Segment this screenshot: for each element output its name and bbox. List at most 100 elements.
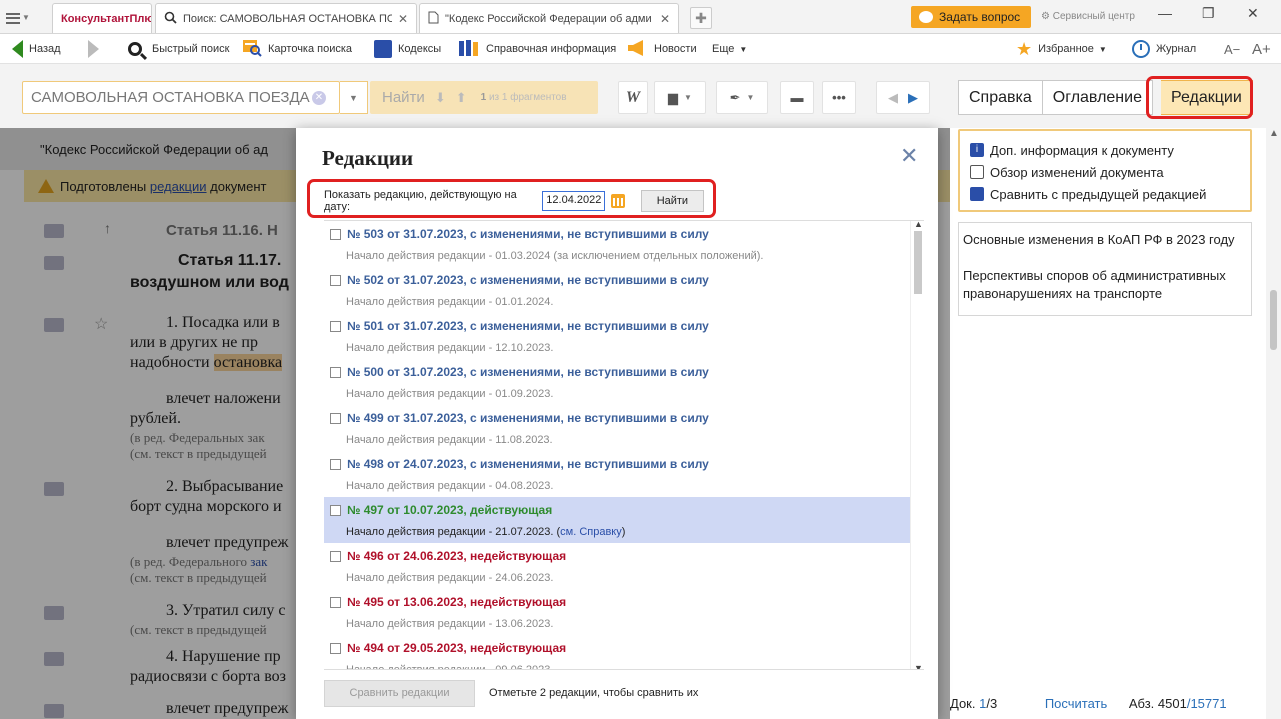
edition-checkbox[interactable] <box>330 596 341 608</box>
edition-item[interactable]: № 494 от 29.05.2023, недействующая Начало… <box>324 635 910 669</box>
edition-checkbox[interactable] <box>330 366 341 378</box>
edit-button[interactable]: ✒ ▼ <box>716 81 768 114</box>
edition-title[interactable]: № 497 от 10.07.2023, действующая <box>330 503 552 517</box>
edition-item[interactable]: № 503 от 31.07.2023, с изменениями, не в… <box>324 221 910 267</box>
comment-button[interactable]: ▬ <box>780 81 814 114</box>
count-link[interactable]: Посчитать <box>1045 696 1107 711</box>
edition-item[interactable]: № 499 от 31.07.2023, с изменениями, не в… <box>324 405 910 451</box>
clear-search-icon[interactable]: ✕ <box>312 91 326 105</box>
tab-reference[interactable]: Справка <box>958 80 1043 115</box>
font-decrease-button[interactable]: A− <box>1224 34 1240 64</box>
close-icon[interactable]: ✕ <box>660 12 670 26</box>
search-card-button[interactable]: Карточка поиска <box>242 34 352 64</box>
edition-item[interactable]: № 498 от 24.07.2023, с изменениями, не в… <box>324 451 910 497</box>
news-button[interactable]: Новости <box>626 34 697 64</box>
printer-icon: ▆ <box>668 89 679 105</box>
link-compare-previous[interactable]: Сравнить с предыдущей редакцией <box>970 183 1240 205</box>
edition-checkbox[interactable] <box>330 320 341 332</box>
reference-button[interactable]: Справочная информация <box>458 34 616 64</box>
edition-title[interactable]: № 499 от 31.07.2023, с изменениями, не в… <box>330 411 709 425</box>
close-icon[interactable]: ✕ <box>900 145 918 167</box>
search-input[interactable]: САМОВОЛЬНАЯ ОСТАНОВКА ПОЕЗДА <box>22 81 340 114</box>
window-close-icon[interactable]: ✕ <box>1247 5 1259 22</box>
books-icon <box>458 39 480 60</box>
edition-item[interactable]: № 495 от 13.06.2023, недействующая Начало… <box>324 589 910 635</box>
more-menu[interactable]: Еще ▼ <box>712 34 747 64</box>
edition-checkbox[interactable] <box>330 504 341 516</box>
font-increase-button[interactable]: A+ <box>1252 34 1271 64</box>
news-label: Новости <box>654 43 697 55</box>
scroll-down-icon[interactable]: ▼ <box>914 663 923 669</box>
edition-item[interactable]: № 501 от 31.07.2023, с изменениями, не в… <box>324 313 910 359</box>
edition-checkbox[interactable] <box>330 550 341 562</box>
tab-search[interactable]: Поиск: САМОВОЛЬНАЯ ОСТАНОВКА ПО ✕ <box>155 3 417 33</box>
new-tab-button[interactable]: ✚ <box>690 7 712 29</box>
compare-editions-button[interactable]: Сравнить редакции <box>324 679 475 707</box>
restore-icon[interactable]: ❐ <box>1202 5 1215 22</box>
more-actions-button[interactable]: ••• <box>822 81 856 114</box>
edition-item[interactable]: № 497 от 10.07.2023, действующая Начало д… <box>324 497 910 543</box>
print-button[interactable]: ▆ ▼ <box>654 81 706 114</box>
edition-item[interactable]: № 496 от 24.06.2023, недействующая Начало… <box>324 543 910 589</box>
navigation-buttons[interactable]: ◀ ▶ <box>876 81 930 114</box>
main-menu-button[interactable]: ▼ <box>6 8 40 26</box>
back-button[interactable]: Назад <box>12 34 61 64</box>
edition-title[interactable]: № 496 от 24.06.2023, недействующая <box>330 549 566 563</box>
edition-title[interactable]: № 501 от 31.07.2023, с изменениями, не в… <box>330 319 709 333</box>
arrow-down-icon[interactable]: ⬇ <box>435 90 446 106</box>
link-extra-info[interactable]: i Доп. информация к документу <box>970 139 1240 161</box>
codes-button[interactable]: Кодексы <box>374 34 441 64</box>
edition-title[interactable]: № 498 от 24.07.2023, с изменениями, не в… <box>330 457 709 471</box>
ask-question-button[interactable]: Задать вопрос <box>911 6 1031 28</box>
edition-title[interactable]: № 503 от 31.07.2023, с изменениями, не в… <box>330 227 709 241</box>
edition-checkbox[interactable] <box>330 412 341 424</box>
arrow-left-icon[interactable]: ◀ <box>888 90 898 106</box>
tab-document[interactable]: "Кодекс Российской Федерации об адми ✕ <box>419 3 679 33</box>
scroll-thumb[interactable] <box>914 231 922 294</box>
minimize-icon[interactable]: — <box>1158 5 1172 21</box>
news-link[interactable]: Основные изменения в КоАП РФ в 2023 году <box>963 231 1247 249</box>
list-scrollbar[interactable]: ▲ ▼ <box>910 221 924 669</box>
edition-title[interactable]: № 500 от 31.07.2023, с изменениями, не в… <box>330 365 709 379</box>
edition-checkbox[interactable] <box>330 458 341 470</box>
find-button[interactable]: Найти ⬇ ⬆ 1 из 1 фрагментов <box>370 81 598 114</box>
edit-doc-icon <box>970 165 984 179</box>
forward-button[interactable] <box>88 34 105 64</box>
edition-title-text: № 503 от 31.07.2023, с изменениями, не в… <box>347 227 709 241</box>
main-scrollbar[interactable]: ▲ <box>1266 128 1281 719</box>
tab-contents[interactable]: Оглавление <box>1042 80 1153 115</box>
highlight-ring <box>1146 76 1253 119</box>
tab-label: "Кодекс Российской Федерации об адми <box>445 12 652 25</box>
arrow-up-icon[interactable]: ⬆ <box>456 90 467 106</box>
edition-title[interactable]: № 495 от 13.06.2023, недействующая <box>330 595 566 609</box>
quick-search-button[interactable]: Быстрый поиск <box>128 34 229 64</box>
edition-title-text: № 494 от 29.05.2023, недействующая <box>347 641 567 655</box>
scroll-up-icon[interactable]: ▲ <box>914 221 923 229</box>
fragment-count: 1 <box>480 92 487 103</box>
tab-consultant[interactable]: КонсультантПлюс <box>52 3 152 33</box>
edition-title[interactable]: № 494 от 29.05.2023, недействующая <box>330 641 566 655</box>
word-export-button[interactable]: W <box>618 81 648 114</box>
ask-label: Задать вопрос <box>939 10 1021 24</box>
scroll-thumb[interactable] <box>1270 290 1277 350</box>
journal-button[interactable]: Журнал <box>1132 34 1196 64</box>
close-icon[interactable]: ✕ <box>398 12 408 26</box>
search-icon <box>164 11 177 27</box>
reference-link[interactable]: см. Справку <box>560 526 622 538</box>
favorites-menu[interactable]: ★ Избранное ▼ <box>1016 34 1107 64</box>
chevron-down-icon: ▼ <box>739 44 748 54</box>
edition-item[interactable]: № 500 от 31.07.2023, с изменениями, не в… <box>324 359 910 405</box>
scroll-up-icon[interactable]: ▲ <box>1269 128 1279 139</box>
edition-checkbox[interactable] <box>330 228 341 240</box>
edition-item[interactable]: № 502 от 31.07.2023, с изменениями, не в… <box>324 267 910 313</box>
edition-title[interactable]: № 502 от 31.07.2023, с изменениями, не в… <box>330 273 709 287</box>
service-center-link[interactable]: ⚙ Сервисный центр <box>1041 11 1135 22</box>
link-changes-review[interactable]: Обзор изменений документа <box>970 161 1240 183</box>
search-history-dropdown[interactable]: ▼ <box>340 81 368 114</box>
arrow-right-icon[interactable]: ▶ <box>908 90 918 106</box>
doc-label: Док. <box>950 696 976 711</box>
edition-checkbox[interactable] <box>330 274 341 286</box>
edition-checkbox[interactable] <box>330 642 341 654</box>
news-link[interactable]: Перспективы споров об административных п… <box>963 267 1247 303</box>
link-label: Сравнить с предыдущей редакцией <box>990 186 1207 202</box>
